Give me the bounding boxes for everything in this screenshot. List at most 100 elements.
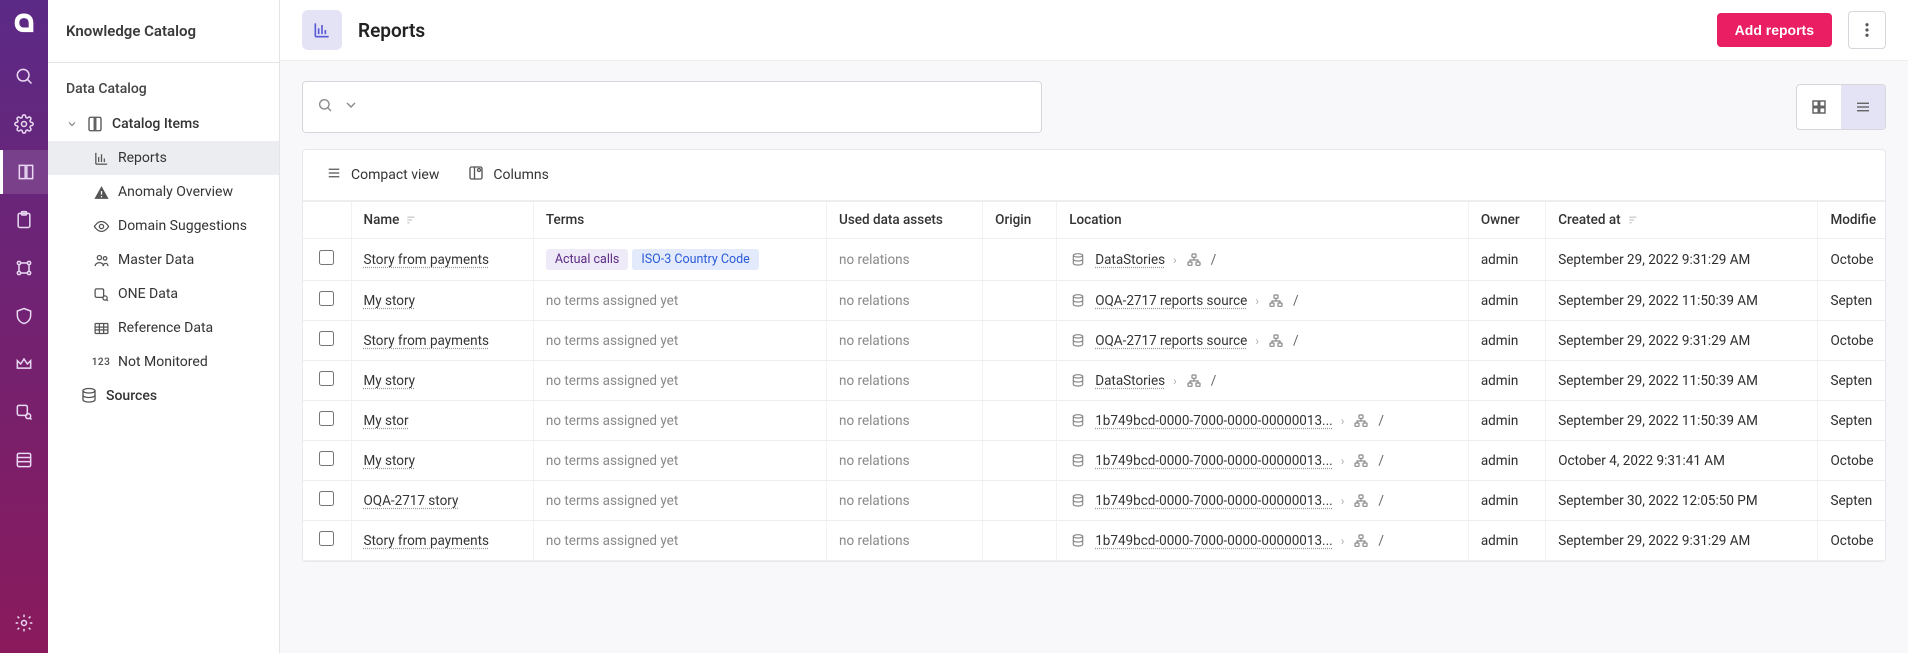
row-owner: admin xyxy=(1468,239,1545,281)
compact-view-toggle[interactable]: Compact view xyxy=(325,164,439,186)
location-source-link[interactable]: OQA-2717 reports source xyxy=(1095,293,1247,309)
add-reports-button[interactable]: Add reports xyxy=(1717,13,1832,47)
location-source-link[interactable]: 1b749bcd-0000-7000-0000-00000013... xyxy=(1095,533,1333,549)
row-name-link[interactable]: My story xyxy=(364,453,416,469)
grid-view-button[interactable] xyxy=(1797,85,1841,129)
row-name-link[interactable]: My story xyxy=(364,373,416,389)
nav-settings[interactable] xyxy=(0,102,48,146)
location-source-link[interactable]: 1b749bcd-0000-7000-0000-00000013... xyxy=(1095,413,1333,429)
sidebar-item-one-data[interactable]: ONE Data xyxy=(48,277,279,311)
nav-crown[interactable] xyxy=(0,342,48,386)
chevron-down-icon[interactable] xyxy=(343,97,359,117)
table-row: My story no terms assigned yet no relati… xyxy=(303,441,1885,481)
location-source-link[interactable]: DataStories xyxy=(1095,373,1165,389)
search-input[interactable] xyxy=(369,99,1027,115)
nav-shield[interactable] xyxy=(0,294,48,338)
columns-toggle[interactable]: Columns xyxy=(467,164,548,186)
row-owner: admin xyxy=(1468,401,1545,441)
no-terms: no terms assigned yet xyxy=(546,453,678,469)
column-created[interactable]: Created at xyxy=(1546,202,1818,239)
sidebar-item-anomaly[interactable]: Anomaly Overview xyxy=(48,175,279,209)
row-name-link[interactable]: OQA-2717 story xyxy=(364,493,459,509)
database-icon xyxy=(1069,251,1087,269)
database-icon xyxy=(1069,452,1087,470)
row-name-link[interactable]: Story from payments xyxy=(364,252,490,268)
sidebar-item-reports[interactable]: Reports xyxy=(48,141,279,175)
location-source-link[interactable]: OQA-2717 reports source xyxy=(1095,333,1247,349)
sidebar-item-sources[interactable]: Sources xyxy=(48,379,279,413)
sitemap-icon xyxy=(1352,452,1370,470)
topbar: Reports Add reports xyxy=(280,0,1908,61)
row-checkbox[interactable] xyxy=(319,531,334,546)
table-row: OQA-2717 story no terms assigned yet no … xyxy=(303,481,1885,521)
sidebar-item-domain[interactable]: Domain Suggestions xyxy=(48,209,279,243)
row-checkbox[interactable] xyxy=(319,371,334,386)
sidebar-section-label: Data Catalog xyxy=(48,75,279,103)
row-created: September 29, 2022 11:50:39 AM xyxy=(1546,361,1818,401)
location-source-link[interactable]: DataStories xyxy=(1095,252,1165,268)
row-name-link[interactable]: My story xyxy=(364,293,416,309)
no-relations: no relations xyxy=(839,373,910,389)
row-checkbox[interactable] xyxy=(319,451,334,466)
book-icon xyxy=(86,115,104,133)
sitemap-icon xyxy=(1352,532,1370,550)
row-name-link[interactable]: Story from payments xyxy=(364,533,490,549)
column-used[interactable]: Used data assets xyxy=(827,202,983,239)
row-created: September 29, 2022 9:31:29 AM xyxy=(1546,239,1818,281)
location-path: / xyxy=(1211,252,1217,268)
column-owner[interactable]: Owner xyxy=(1468,202,1545,239)
row-owner: admin xyxy=(1468,361,1545,401)
row-checkbox[interactable] xyxy=(319,411,334,426)
row-modified: Septen xyxy=(1818,281,1885,321)
row-modified: Septen xyxy=(1818,401,1885,441)
nav-workflow[interactable] xyxy=(0,246,48,290)
location-source-link[interactable]: 1b749bcd-0000-7000-0000-00000013... xyxy=(1095,493,1333,509)
column-modified[interactable]: Modifie xyxy=(1818,202,1885,239)
row-checkbox[interactable] xyxy=(319,331,334,346)
no-terms: no terms assigned yet xyxy=(546,333,678,349)
row-checkbox[interactable] xyxy=(319,291,334,306)
sidebar-item-catalog-items[interactable]: Catalog Items xyxy=(48,107,279,141)
row-name-link[interactable]: Story from payments xyxy=(364,333,490,349)
sidebar-item-not-monitored[interactable]: 123 Not Monitored xyxy=(48,345,279,379)
sidebar-item-reference[interactable]: Reference Data xyxy=(48,311,279,345)
row-created: September 30, 2022 12:05:50 PM xyxy=(1546,481,1818,521)
term-tag[interactable]: Actual calls xyxy=(546,249,629,270)
sidebar-item-label: Anomaly Overview xyxy=(118,184,233,200)
column-name[interactable]: Name xyxy=(351,202,533,239)
no-relations: no relations xyxy=(839,533,910,549)
row-location: 1b749bcd-0000-7000-0000-00000013... › / xyxy=(1069,532,1456,550)
more-menu-button[interactable] xyxy=(1848,11,1886,49)
nav-search-data[interactable] xyxy=(0,390,48,434)
database-icon xyxy=(80,387,98,405)
search-input-container[interactable] xyxy=(302,81,1042,133)
sidebar-item-label: Not Monitored xyxy=(118,354,208,370)
app-logo[interactable] xyxy=(6,6,42,42)
location-path: / xyxy=(1211,373,1217,389)
search-icon xyxy=(317,97,333,117)
nav-search[interactable] xyxy=(0,54,48,98)
list-view-button[interactable] xyxy=(1841,85,1885,129)
row-modified: Septen xyxy=(1818,361,1885,401)
column-location[interactable]: Location xyxy=(1057,202,1469,239)
database-icon xyxy=(1069,532,1087,550)
nav-list[interactable] xyxy=(0,438,48,482)
sidebar-item-label: Catalog Items xyxy=(112,116,199,132)
row-checkbox[interactable] xyxy=(319,250,334,265)
sitemap-icon xyxy=(1267,332,1285,350)
nav-admin[interactable] xyxy=(0,601,48,645)
column-terms[interactable]: Terms xyxy=(533,202,826,239)
row-name-link[interactable]: My stor xyxy=(364,413,409,429)
database-icon xyxy=(1069,292,1087,310)
column-origin[interactable]: Origin xyxy=(983,202,1057,239)
term-tag[interactable]: ISO-3 Country Code xyxy=(632,249,758,270)
table-row: Story from payments no terms assigned ye… xyxy=(303,521,1885,561)
search-db-icon xyxy=(92,285,110,303)
nav-clipboard[interactable] xyxy=(0,198,48,242)
nav-catalog[interactable] xyxy=(0,150,48,194)
list-icon xyxy=(325,164,343,186)
sort-icon xyxy=(405,213,419,227)
row-checkbox[interactable] xyxy=(319,491,334,506)
location-source-link[interactable]: 1b749bcd-0000-7000-0000-00000013... xyxy=(1095,453,1333,469)
sidebar-item-master[interactable]: Master Data xyxy=(48,243,279,277)
